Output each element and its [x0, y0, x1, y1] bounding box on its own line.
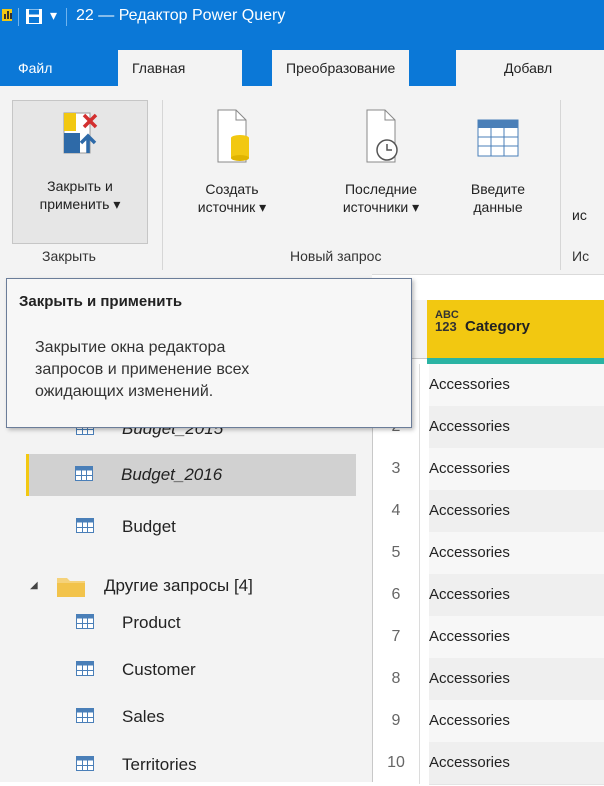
group-label-truncated: Ис — [572, 248, 590, 264]
new-source-label-1: Создать — [205, 181, 259, 197]
tooltip-body: Закрытие окна редактора запросов и приме… — [35, 339, 250, 400]
recent-sources-button[interactable]: Последние источники ▾ — [316, 100, 446, 216]
power-bi-logo-icon — [2, 9, 12, 21]
truncated-source-label: ис — [572, 207, 587, 223]
new-source-button[interactable]: Создать источник ▾ — [176, 100, 288, 216]
close-apply-label-1: Закрыть и — [47, 178, 113, 194]
cell-value[interactable]: Accessories — [429, 406, 604, 449]
row-number: 6 — [373, 574, 420, 616]
table-row: 8 Accessories — [373, 658, 604, 701]
query-item[interactable]: Customer — [30, 649, 354, 691]
query-label: Customer — [122, 660, 196, 679]
table-row: 5 Accessories — [373, 532, 604, 575]
query-label: Product — [122, 613, 181, 632]
query-item[interactable]: Territories — [30, 744, 354, 786]
query-item[interactable]: Product — [30, 602, 354, 644]
query-label: Budget_2016 — [121, 465, 223, 484]
row-number: 8 — [373, 658, 420, 700]
query-label: Budget — [122, 517, 176, 536]
table-row: 9 Accessories — [373, 700, 604, 743]
tab-file[interactable]: Файл — [4, 50, 67, 86]
window-title: 22 — Редактор Power Query — [76, 7, 286, 24]
title-separator — [18, 8, 19, 26]
group-label-new-query: Новый запрос — [290, 248, 382, 264]
cell-value[interactable]: Accessories — [429, 700, 604, 743]
row-number: 10 — [373, 742, 420, 784]
row-number: 7 — [373, 616, 420, 658]
recent-sources-label-2: источники ▾ — [342, 199, 420, 215]
table-icon — [76, 708, 94, 723]
close-apply-label-2: применить ▾ — [39, 196, 121, 212]
cell-value[interactable]: Accessories — [429, 490, 604, 533]
title-separator — [66, 8, 67, 26]
tab-add-column[interactable]: Добавл — [456, 50, 604, 86]
table-row: 10 Accessories — [373, 742, 604, 785]
query-item[interactable]: Sales — [30, 696, 354, 738]
save-icon[interactable] — [26, 9, 42, 24]
type-label-123: 123 — [435, 319, 457, 334]
close-apply-button[interactable]: Закрыть и применить ▾ — [12, 100, 148, 244]
new-source-label-2: источник ▾ — [197, 199, 267, 215]
tooltip-close-apply: Закрыть и применить Закрытие окна редакт… — [6, 278, 412, 428]
cell-value[interactable]: Accessories — [429, 658, 604, 701]
enter-data-label-2: данные — [473, 199, 523, 215]
query-group-label: Другие запросы [4] — [104, 576, 253, 595]
query-label: Territories — [122, 755, 197, 774]
recent-sources-label-1: Последние — [344, 181, 417, 197]
recent-sources-icon — [366, 109, 398, 163]
group-label-close: Закрыть — [42, 248, 96, 264]
ribbon-separator — [560, 100, 561, 270]
data-type-any-icon[interactable]: ABC 123 — [435, 310, 459, 334]
tooltip-title: Закрыть и применить — [19, 293, 183, 310]
title-bar: ▾ 22 — Редактор Power Query — [0, 0, 604, 34]
table-row: 4 Accessories — [373, 490, 604, 533]
quick-access-dropdown-icon[interactable]: ▾ — [50, 7, 57, 24]
table-icon — [76, 661, 94, 676]
tab-transform[interactable]: Преобразование — [272, 50, 410, 86]
ribbon: Закрыть и применить ▾ Создать источник ▾… — [0, 86, 604, 275]
cell-value[interactable]: Accessories — [429, 532, 604, 575]
table-icon — [76, 518, 94, 533]
ribbon-separator — [162, 100, 163, 270]
table-grid-icon — [477, 119, 519, 157]
row-number: 3 — [373, 448, 420, 490]
cell-value[interactable]: Accessories — [429, 448, 604, 491]
close-apply-icon — [63, 112, 98, 154]
cell-value[interactable]: Accessories — [429, 574, 604, 617]
enter-data-label-1: Введите — [470, 181, 526, 197]
title-tabs-gap — [0, 34, 604, 50]
cell-value[interactable]: Accessories — [429, 364, 604, 407]
row-number: 4 — [373, 490, 420, 532]
table-row: 7 Accessories — [373, 616, 604, 659]
tab-home[interactable]: Главная — [118, 50, 242, 86]
new-source-icon — [217, 109, 249, 163]
table-icon — [76, 756, 94, 771]
folder-icon — [57, 578, 85, 597]
table-icon — [76, 614, 94, 629]
table-icon — [75, 466, 93, 481]
cell-value[interactable]: Accessories — [429, 616, 604, 659]
table-row: 6 Accessories — [373, 574, 604, 617]
table-row: 3 Accessories — [373, 448, 604, 491]
row-number: 9 — [373, 700, 420, 742]
column-name: Category — [465, 318, 531, 335]
enter-data-button[interactable]: Введите данные — [450, 100, 546, 216]
row-number: 5 — [373, 532, 420, 574]
query-label: Sales — [122, 707, 165, 726]
cell-value[interactable]: Accessories — [429, 742, 604, 785]
column-header-category[interactable]: ABC 123 Category — [427, 300, 604, 364]
collapse-triangle-icon[interactable]: ◢ — [30, 580, 38, 591]
query-item-selected[interactable]: Budget_2016 — [26, 454, 356, 496]
query-item[interactable]: Budget — [30, 506, 354, 548]
ribbon-tabs: Файл Главная Преобразование Добавл — [0, 50, 604, 86]
